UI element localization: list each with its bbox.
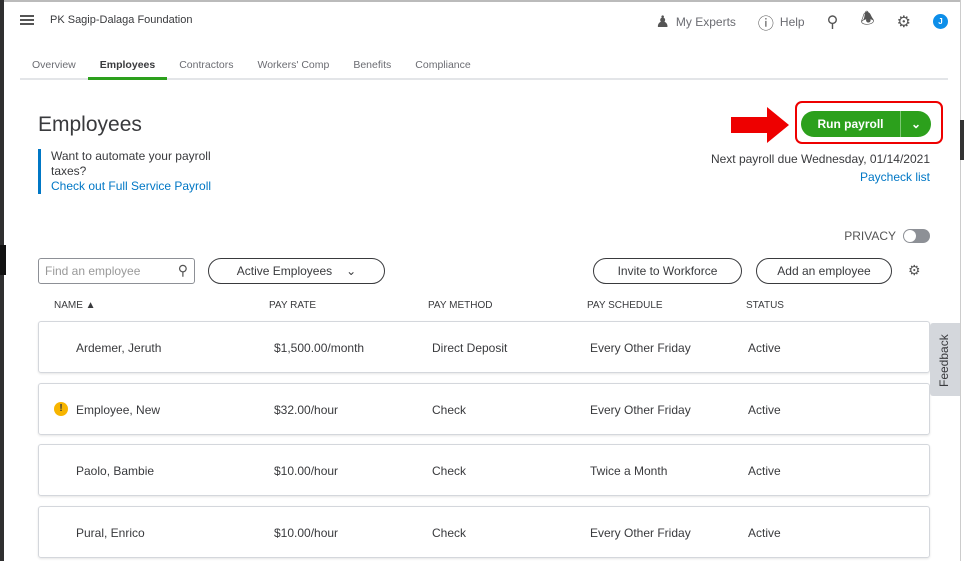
my-experts-button[interactable]: ♟ My Experts [656,12,736,32]
left-marker [0,245,6,275]
employee-name[interactable]: Employee, New [76,403,160,417]
add-employee-button[interactable]: Add an employee [756,258,892,284]
warning-icon: ! [54,402,68,416]
pay-schedule: Every Other Friday [590,341,691,355]
full-service-link[interactable]: Check out Full Service Payroll [51,179,238,194]
menu-icon[interactable] [20,15,34,25]
help-label: Help [779,14,805,29]
status: Active [748,341,781,355]
employee-name[interactable]: Paolo, Bambie [76,464,154,478]
tab-employees[interactable]: Employees [87,52,168,80]
gear-icon[interactable]: ⚙ [897,12,911,32]
pay-rate: $10.00/hour [274,464,339,478]
status: Active [748,464,781,478]
table-row[interactable]: Ardemer, Jeruth $1,500.00/month Direct D… [38,321,930,373]
column-header-pay-schedule: PAY SCHEDULE [587,300,663,311]
help-icon: ⓘ [757,15,774,33]
tab-benefits[interactable]: Benefits [341,52,403,80]
run-payroll-button[interactable]: Run payroll ⌄ [801,111,931,137]
tab-compliance[interactable]: Compliance [403,52,482,80]
search-icon: ⚲ [177,262,188,278]
status-filter-dropdown[interactable]: Active Employees ⌄ [208,258,385,284]
run-payroll-label[interactable]: Run payroll [801,111,901,137]
company-name: PK Sagip-Dalaga Foundation [50,14,193,26]
pay-method: Check [432,403,467,417]
privacy-label: PRIVACY [844,229,896,243]
chevron-down-icon: ⌄ [346,264,357,278]
promo-text: Want to automate your payroll taxes? [51,149,211,178]
status: Active [748,403,781,417]
avatar[interactable]: J [933,14,948,29]
column-header-pay-method: PAY METHOD [428,300,493,311]
bell-icon[interactable]: 🕭 [860,8,874,35]
window-top-border [0,0,964,2]
column-header-status: STATUS [746,300,784,311]
next-payroll-text: Next payroll due Wednesday, 01/14/2021 [710,152,930,166]
invite-workforce-button[interactable]: Invite to Workforce [593,258,742,284]
privacy-toggle[interactable] [903,229,930,243]
pay-schedule: Twice a Month [590,464,668,478]
pay-rate: $32.00/hour [274,403,339,417]
my-experts-label: My Experts [675,14,736,29]
column-header-name[interactable]: NAME ▲ [54,300,96,311]
promo-banner: Want to automate your payroll taxes? Che… [38,149,238,194]
scrollbar-thumb[interactable] [960,120,964,160]
status: Active [748,526,781,540]
paycheck-list-link[interactable]: Paycheck list [860,170,930,184]
left-border [0,0,4,561]
toolbar: ♟ My Experts ⓘ Help ⚲ 🕭 ⚙ J [656,8,948,35]
search-placeholder: Find an employee [45,264,141,278]
privacy-toggle-group: PRIVACY [844,229,930,243]
table-row[interactable]: ! Employee, New $32.00/hour Check Every … [38,383,930,435]
column-header-pay-rate: PAY RATE [269,300,317,311]
red-arrow-annotation [731,107,789,143]
header: PK Sagip-Dalaga Foundation [20,10,192,30]
feedback-tab[interactable]: Feedback [930,323,960,396]
experts-icon: ♟ [655,13,670,31]
scrollbar[interactable] [960,0,964,561]
pay-method: Direct Deposit [432,341,508,355]
pay-method: Check [432,526,467,540]
table-row[interactable]: Pural, Enrico $10.00/hour Check Every Ot… [38,506,930,558]
filter-label: Active Employees [236,264,333,278]
pay-method: Check [432,464,467,478]
pay-rate: $10.00/hour [274,526,339,540]
pay-schedule: Every Other Friday [590,403,691,417]
tab-contractors[interactable]: Contractors [167,52,245,80]
search-icon[interactable]: ⚲ [827,12,839,32]
feedback-label: Feedback [937,334,951,387]
search-input[interactable]: Find an employee ⚲ [38,258,195,284]
chevron-down-icon[interactable]: ⌄ [901,111,931,137]
tab-workers-comp[interactable]: Workers' Comp [246,52,342,80]
pay-schedule: Every Other Friday [590,526,691,540]
table-settings-icon[interactable]: ⚙ [908,262,921,279]
employee-name[interactable]: Pural, Enrico [76,526,145,540]
pay-rate: $1,500.00/month [274,341,365,355]
tab-overview[interactable]: Overview [20,52,88,80]
tab-bar: Overview Employees Contractors Workers' … [20,52,948,80]
employee-name[interactable]: Ardemer, Jeruth [76,341,161,355]
table-row[interactable]: Paolo, Bambie $10.00/hour Check Twice a … [38,444,930,496]
page-title: Employees [38,113,142,136]
help-button[interactable]: ⓘ Help [758,10,805,34]
